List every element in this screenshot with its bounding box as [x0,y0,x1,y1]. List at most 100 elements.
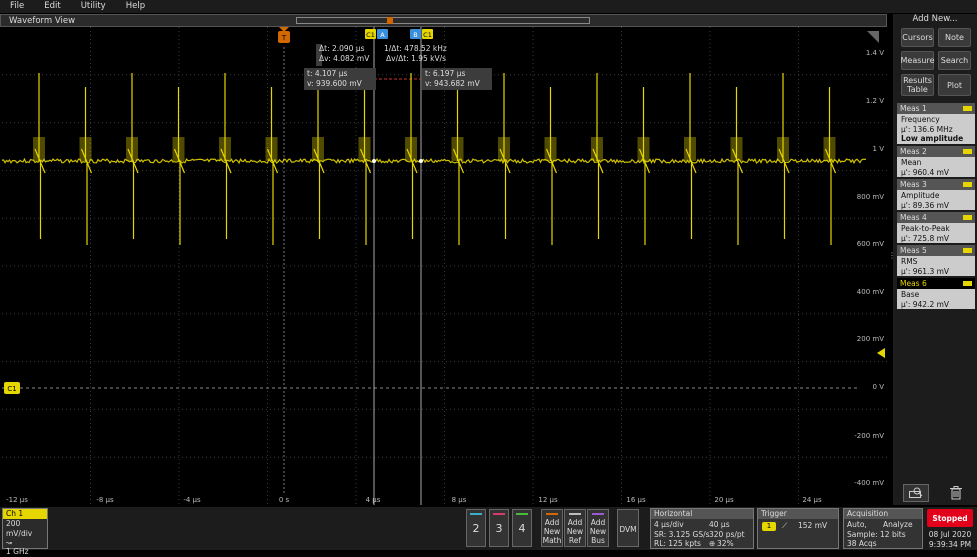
meas-1-name: Meas 1 [900,104,927,113]
horizontal-title: Horizontal [651,509,753,519]
delta-t-value: Δt: 2.090 µs [319,44,365,53]
trigger-badge[interactable]: Trigger 1 ⟋ 152 mV [757,508,839,549]
add-math-l1: Add [544,518,560,527]
meas-5-badge[interactable]: Meas 5 RMS µ': 961.3 mV [897,245,975,276]
ch1-waveform-edge [544,137,557,161]
panel-drag-handle-icon[interactable]: ⋮ [888,252,896,266]
acquisition-count: 38 Acqs [847,539,877,548]
note-button[interactable]: Note [938,28,971,47]
waveform-scrubber[interactable] [296,17,590,24]
trigger-level-arrow [877,348,885,358]
add-new-math-button[interactable]: Add New Math [541,509,563,547]
trigger-title: Trigger [758,509,838,519]
waveform-plot[interactable]: -12 µs -8 µs -4 µs 0 s 4 µs 8 µs 12 µs 16 µs 20 … [2,27,887,505]
measure-button[interactable]: Measure [901,51,935,70]
dvm-button[interactable]: DVM [617,509,639,547]
record-length: RL: 125 kpts [654,539,701,548]
y-tick-label: 200 mV [857,335,884,343]
menu-utility[interactable]: Utility [71,0,116,13]
date-time: 08 Jul 2020 9:39:34 PM [927,530,973,550]
acquisition-mode: Auto, [847,520,867,529]
cursors-button[interactable]: Cursors [901,28,934,47]
channel-indicator-icon [963,182,972,187]
ch1-title: Ch 1 [3,509,47,519]
plot-button[interactable]: Plot [938,74,971,96]
add-bus-l3: Bus [591,536,605,545]
time: 9:39:34 PM [928,540,972,549]
meas-5-value: µ': 961.3 mV [901,266,950,276]
cursor-a-time: t: 4.107 µs [307,69,348,78]
delete-button[interactable] [946,484,966,502]
meas-2-name: Meas 2 [900,147,927,156]
acquisition-title: Acquisition [844,509,922,519]
cursor-b-readout: t: 6.197 µs v: 943.682 mV [422,68,492,90]
cursor-b-channel-tag-label: C1 [423,31,432,39]
scrubber-trigger-marker[interactable] [387,17,393,24]
cursor-b-point [419,159,423,163]
ch1-waveform-edge [405,137,417,161]
ch1-scale: 200 mV/div [6,519,33,538]
y-tick-label: 1.4 V [866,49,884,57]
channel-3-button[interactable]: 3 [489,509,509,547]
ch1-waveform-edge [823,137,836,161]
menu-file[interactable]: File [0,0,34,13]
menu-help[interactable]: Help [116,0,155,13]
run-stop-button[interactable]: Stopped [927,509,973,527]
channel-2-button[interactable]: 2 [466,509,486,547]
ch1-waveform-edge [33,137,45,161]
ch1-waveform-edge [637,137,650,161]
add-new-bus-button[interactable]: Add New Bus [587,509,609,547]
acquisition-analyze: Analyze [883,520,913,529]
x-tick-label: 24 µs [802,496,822,504]
add-ref-l2: New [566,527,584,536]
meas-2-value: µ': 960.4 mV [901,167,950,177]
meas-6-badge[interactable]: Meas 6 Base µ': 942.2 mV [897,278,975,309]
y-tick-label: 1 V [873,145,885,153]
x-tick-label: -12 µs [6,496,28,504]
add-new-ref-button[interactable]: Add New Ref [564,509,586,547]
ch1-bandwidth: 1 GHz [6,547,29,556]
inv-delta-t-value: 1/Δt: 478.52 kHz [384,44,447,53]
y-tick-label: 1.2 V [866,97,884,105]
meas-6-label: Base [901,290,920,299]
ch1-badge[interactable]: Ch 1 200 mV/div ↝ 1 GHz [2,508,48,556]
acquisition-badge[interactable]: Acquisition Auto, Analyze Sample: 12 bit… [843,508,923,549]
cursor-a-tag-label: A [380,31,385,39]
trigger-level: 152 mV [798,521,828,530]
meas-2-badge[interactable]: Meas 2 Mean µ': 960.4 mV [897,146,975,177]
trigger-source: 1 [762,522,776,531]
channel-indicator-icon [963,149,972,154]
ch1-waveform-edge [172,137,185,161]
meas-6-value: µ': 942.2 mV [901,299,950,309]
channel-indicator-icon [963,106,972,111]
cursor-a-point [372,159,376,163]
ch1-waveform-edge [79,137,92,161]
meas-1-badge[interactable]: Meas 1 Frequency µ': 136.6 MHz Low ampli… [897,103,975,144]
cursor-b-time: t: 6.197 µs [425,69,466,78]
zoom-waveform-button[interactable] [903,484,929,502]
channel-4-label: 4 [518,521,526,535]
horizontal-badge[interactable]: Horizontal 4 µs/div 40 µs SR: 3.125 GS/s… [650,508,754,549]
meas-1-label: Frequency [901,115,940,124]
meas-5-label: RMS [901,257,918,266]
y-tick-label: -400 mV [854,479,884,487]
ch1-waveform-edge [498,137,510,161]
meas-3-label: Amplitude [901,191,940,200]
cursor-delta-readout: Δt: 2.090 µs Δv: 4.082 mV 1/Δt: 478.52 k… [316,44,447,66]
ch1-waveform-edge [591,137,603,161]
meas-3-badge[interactable]: Meas 3 Amplitude µ': 89.36 mV [897,179,975,210]
meas-4-badge[interactable]: Meas 4 Peak-to-Peak µ': 725.8 mV [897,212,975,243]
results-table-button[interactable]: Results Table [901,74,934,96]
zoom-handle-icon [867,31,879,43]
ch1-ground-label: C1 [7,385,16,393]
x-tick-label: 8 µs [452,496,467,504]
add-new-panel: Add New... Cursors Note Measure Search R… [888,14,977,505]
add-new-title: Add New... [912,14,958,24]
search-button[interactable]: Search [938,51,971,70]
ch1-waveform-edge [358,137,371,161]
menu-edit[interactable]: Edit [34,0,70,13]
y-tick-label: 0 V [873,383,885,391]
cursor-a-voltage: v: 939.600 mV [307,79,362,88]
channel-4-button[interactable]: 4 [512,509,532,547]
ch1-waveform-edge [777,137,789,161]
